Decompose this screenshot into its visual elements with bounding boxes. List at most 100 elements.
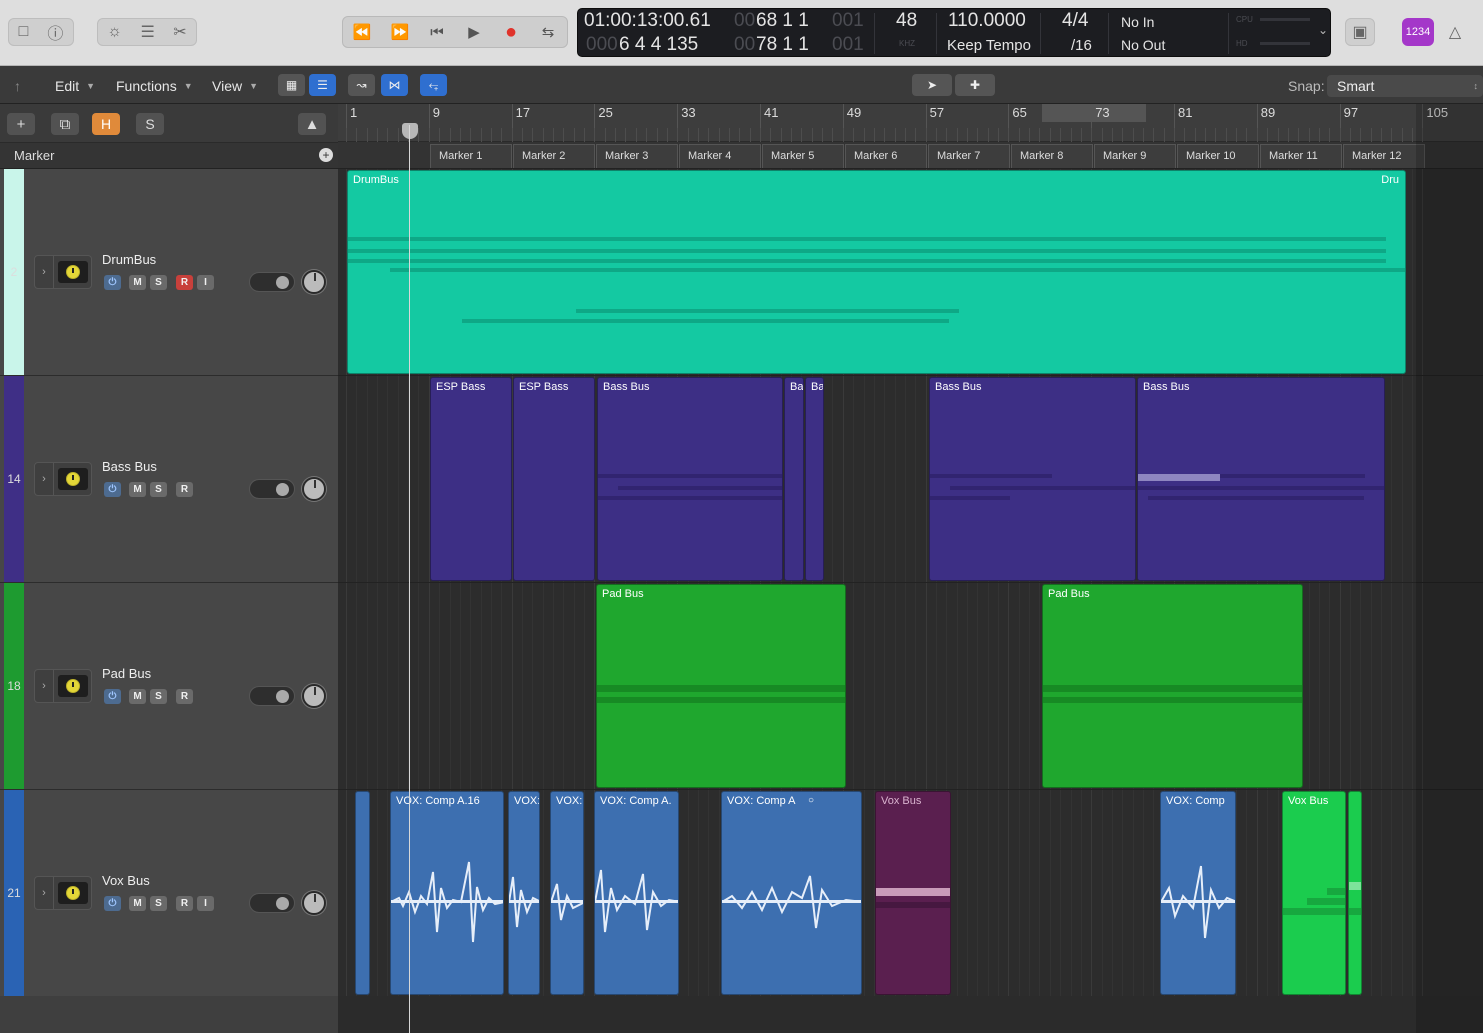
lcd-menu-chevron-icon[interactable]: ⌄ (1318, 23, 1328, 37)
track-m-button[interactable]: M (129, 896, 146, 911)
secondary-tool-menu[interactable]: ✚ (955, 74, 995, 96)
track-on-button[interactable]: ⏻ (104, 689, 121, 704)
track-m-button[interactable]: M (129, 689, 146, 704)
track-s-button[interactable]: S (150, 689, 167, 704)
track-r-button[interactable]: R (176, 482, 193, 497)
track-icon[interactable] (54, 462, 92, 496)
metronome-icon[interactable]: △ (1442, 20, 1468, 44)
bass-region[interactable]: Bass Bus (929, 377, 1136, 581)
track-s-button[interactable]: S (150, 275, 167, 290)
vox-region[interactable]: VOX: Comp A ○ (721, 791, 862, 995)
pad-region[interactable]: Pad Bus (596, 584, 846, 788)
automation-button[interactable]: ↝ (348, 74, 375, 96)
track-icon[interactable] (54, 669, 92, 703)
track-activity-switch[interactable] (249, 479, 295, 499)
track-on-button[interactable]: ⏻ (104, 275, 121, 290)
count-in-badge[interactable]: 1234 (1402, 18, 1434, 46)
marker[interactable]: Marker 7 (928, 144, 1010, 168)
track-icon[interactable] (54, 255, 92, 289)
vox-bus-region[interactable]: Vox Bus (875, 791, 951, 995)
score-button[interactable]: ▣ (1345, 18, 1375, 46)
bass-region[interactable]: ESP Bass (430, 377, 512, 581)
track-name[interactable]: Vox Bus (102, 873, 150, 888)
list-view-button[interactable]: ☰ (309, 74, 336, 96)
playhead-handle[interactable] (402, 123, 418, 139)
back-arrow-icon[interactable]: ↑ (14, 75, 21, 97)
bass-region[interactable]: Bass Bus (597, 377, 783, 581)
pointer-tool-menu[interactable]: ➤ (912, 74, 952, 96)
marker[interactable]: Marker 10 (1177, 144, 1259, 168)
track-m-button[interactable]: M (129, 482, 146, 497)
marker[interactable]: Marker 11 (1260, 144, 1342, 168)
add-track-button[interactable]: + (7, 113, 35, 135)
pan-knob[interactable] (302, 270, 326, 294)
track-on-button[interactable]: ⏻ (104, 482, 121, 497)
track-s-button[interactable]: S (150, 482, 167, 497)
marker[interactable]: Marker 1 (430, 144, 512, 168)
cycle-region[interactable] (1042, 104, 1146, 122)
collapse-button[interactable]: ▲ (298, 113, 326, 135)
marker[interactable]: Marker 5 (762, 144, 844, 168)
tracks-area[interactable]: DrumBus Dru ESP Bass ESP Bass Bass Bus B… (338, 169, 1483, 996)
pan-knob[interactable] (302, 891, 326, 915)
vox-region[interactable] (355, 791, 370, 995)
snap-select[interactable]: Smart ↕ (1327, 75, 1483, 97)
track-r-button[interactable]: R (176, 689, 193, 704)
grid-view-button[interactable]: ▦ (278, 74, 305, 96)
track-s-button[interactable]: S (150, 896, 167, 911)
bass-region[interactable]: Ba (805, 377, 824, 581)
bass-region[interactable]: ESP Bass (513, 377, 595, 581)
pan-knob[interactable] (302, 684, 326, 708)
info-icon[interactable]: ⓘ (47, 20, 63, 44)
playhead[interactable] (409, 125, 410, 1033)
track-header[interactable]: 2 › DrumBus ⏻ M S R I (0, 169, 338, 376)
cycle-button[interactable]: ⇆ (529, 17, 567, 47)
track-disclosure-button[interactable]: › (34, 255, 54, 289)
track-activity-switch[interactable] (249, 686, 295, 706)
vox-region[interactable]: VOX: Comp (1160, 791, 1236, 995)
record-button[interactable]: ● (492, 17, 530, 47)
flex-button[interactable]: ⋈ (381, 74, 408, 96)
track-header[interactable]: 14 › Bass Bus ⏻ M S R (0, 376, 338, 583)
track-m-button[interactable]: M (129, 275, 146, 290)
editors-icon[interactable]: ✂ (173, 22, 186, 42)
bass-region[interactable]: Ba (784, 377, 804, 581)
add-marker-icon[interactable]: + (319, 148, 333, 162)
bass-region[interactable]: Bass Bus (1137, 377, 1385, 581)
track-name[interactable]: Pad Bus (102, 666, 151, 681)
marker[interactable]: Marker 6 (845, 144, 927, 168)
vox-green-region[interactable]: Vox Bus (1282, 791, 1346, 995)
marker[interactable]: Marker 9 (1094, 144, 1176, 168)
lcd-display[interactable]: 01:00:13:00.61 00 68 1 1 001 000 6 4 4 1… (577, 8, 1331, 57)
vox-region[interactable]: VOX: Comp A. (594, 791, 679, 995)
track-header[interactable]: 21 › Vox Bus ⏻ M S R I (0, 790, 338, 997)
track-disclosure-button[interactable]: › (34, 462, 54, 496)
pad-region[interactable]: Pad Bus (1042, 584, 1303, 788)
track-on-button[interactable]: ⏻ (104, 896, 121, 911)
functions-menu[interactable]: Functions ▼ (116, 75, 193, 97)
track-disclosure-button[interactable]: › (34, 876, 54, 910)
track-activity-switch[interactable] (249, 893, 295, 913)
marker[interactable]: Marker 8 (1011, 144, 1093, 168)
track-icon[interactable] (54, 876, 92, 910)
track-r-button[interactable]: R (176, 275, 193, 290)
smart-controls-icon[interactable]: ☼ (107, 23, 122, 41)
track-header[interactable]: 18 › Pad Bus ⏻ M S R (0, 583, 338, 790)
rewind-button[interactable]: ⏪ (343, 17, 381, 47)
solo-mode-button[interactable]: S (136, 113, 164, 135)
drum-region[interactable]: DrumBus Dru (347, 170, 1406, 374)
hide-button[interactable]: H (92, 113, 120, 135)
pan-knob[interactable] (302, 477, 326, 501)
edit-menu[interactable]: Edit ▼ (55, 75, 95, 97)
bar-ruler[interactable]: 1 9 17 25 33 41 49 57 65 73 81 89 97 105 (338, 104, 1483, 142)
catch-button[interactable]: ⥆ (420, 74, 447, 96)
track-name[interactable]: Bass Bus (102, 459, 157, 474)
library-icon[interactable]: □ (19, 23, 29, 41)
mixer-icon[interactable]: ☰ (140, 22, 154, 42)
go-to-start-button[interactable]: ⏮ (418, 17, 456, 47)
view-menu[interactable]: View ▼ (212, 75, 258, 97)
vox-region[interactable]: VOX: Comp A.16 (390, 791, 504, 995)
vox-green-region[interactable] (1348, 791, 1362, 995)
marker[interactable]: Marker 4 (679, 144, 761, 168)
vox-region[interactable]: VOX: (508, 791, 540, 995)
